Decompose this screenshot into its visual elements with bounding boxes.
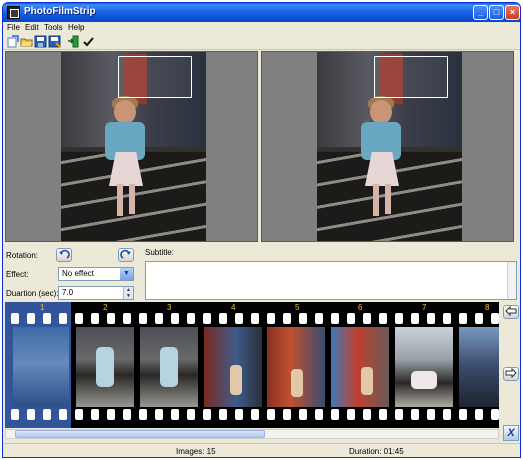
arrow-left-icon [505, 305, 517, 317]
crop-rectangle[interactable] [374, 56, 448, 98]
filmstrip-frame[interactable] [331, 327, 389, 407]
frame-number: 8 [485, 303, 490, 312]
start-image-preview[interactable] [5, 51, 258, 242]
filmstrip-frame[interactable] [204, 327, 262, 407]
effect-value: No effect [62, 269, 94, 278]
menu-tools[interactable]: Tools [44, 23, 63, 32]
frame-number: 5 [295, 303, 300, 312]
rotate-right-icon [120, 249, 131, 259]
photo-image [61, 52, 206, 241]
filmstrip-frame[interactable] [13, 327, 69, 407]
delete-x-icon: X [507, 427, 515, 439]
window-title: PhotoFilmStrip [24, 6, 96, 17]
arrow-right-icon [505, 367, 517, 379]
film-strip[interactable]: 1 2 3 4 5 6 7 8 [5, 302, 499, 428]
main-window: PhotoFilmStrip _ □ × File Edit Tools Hel… [2, 2, 521, 458]
move-right-button[interactable] [503, 367, 519, 381]
save-as-icon[interactable] [48, 35, 61, 48]
filmstrip-frame[interactable] [140, 327, 198, 407]
total-duration: Duration: 01:45 [349, 447, 404, 456]
remove-image-button[interactable]: X [503, 425, 519, 441]
crop-rectangle[interactable] [118, 56, 192, 98]
subtitle-label: Subtitle: [145, 248, 174, 257]
move-left-button[interactable] [503, 305, 519, 319]
save-icon[interactable] [34, 35, 47, 48]
end-image-preview[interactable] [261, 51, 514, 242]
duration-value: 7.0 [62, 288, 74, 297]
menu-edit[interactable]: Edit [25, 23, 39, 32]
frame-number: 6 [358, 303, 363, 312]
filmstrip-frame[interactable] [395, 327, 453, 407]
effect-select[interactable]: No effect ▼ [58, 267, 134, 281]
render-check-icon[interactable] [82, 35, 95, 48]
frame-number: 2 [103, 303, 108, 312]
toolbar [3, 34, 520, 50]
filmstrip-scrollbar[interactable] [5, 429, 499, 439]
app-icon [7, 6, 20, 19]
filmstrip-frame[interactable] [459, 327, 499, 407]
close-button[interactable]: × [505, 5, 520, 20]
photo-image [317, 52, 462, 241]
minimize-button[interactable]: _ [473, 5, 488, 20]
rotate-left-button[interactable] [56, 248, 72, 262]
new-project-icon[interactable] [6, 35, 19, 48]
effect-label: Effect: [6, 270, 29, 279]
frame-number: 4 [231, 303, 236, 312]
frame-number: 1 [40, 303, 45, 312]
scrollbar-thumb[interactable] [15, 430, 265, 438]
menu-file[interactable]: File [7, 23, 20, 32]
spin-arrows-icon[interactable]: ▲ ▼ [123, 287, 133, 299]
duration-label: Duartion (sec): [6, 289, 59, 298]
status-bar: Images: 15 Duration: 01:45 [3, 443, 520, 457]
frame-number: 3 [167, 303, 172, 312]
chevron-down-icon[interactable]: ▼ [120, 268, 133, 280]
rotate-right-button[interactable] [118, 248, 134, 262]
open-icon[interactable] [20, 35, 33, 48]
rotate-left-icon [59, 249, 70, 259]
filmstrip-frame[interactable] [76, 327, 134, 407]
menu-help[interactable]: Help [68, 23, 84, 32]
frame-number: 7 [422, 303, 427, 312]
import-icon[interactable] [67, 35, 80, 48]
menu-bar: File Edit Tools Help [3, 22, 520, 33]
rotation-label: Rotation: [6, 251, 39, 260]
title-bar[interactable]: PhotoFilmStrip _ □ × [3, 3, 520, 22]
duration-spinner[interactable]: 7.0 ▲ ▼ [58, 286, 134, 300]
subtitle-textarea[interactable] [145, 261, 517, 300]
subtitle-scrollbar[interactable] [507, 262, 516, 299]
maximize-button[interactable]: □ [489, 5, 504, 20]
images-count: Images: 15 [176, 447, 216, 456]
filmstrip-frame[interactable] [267, 327, 325, 407]
